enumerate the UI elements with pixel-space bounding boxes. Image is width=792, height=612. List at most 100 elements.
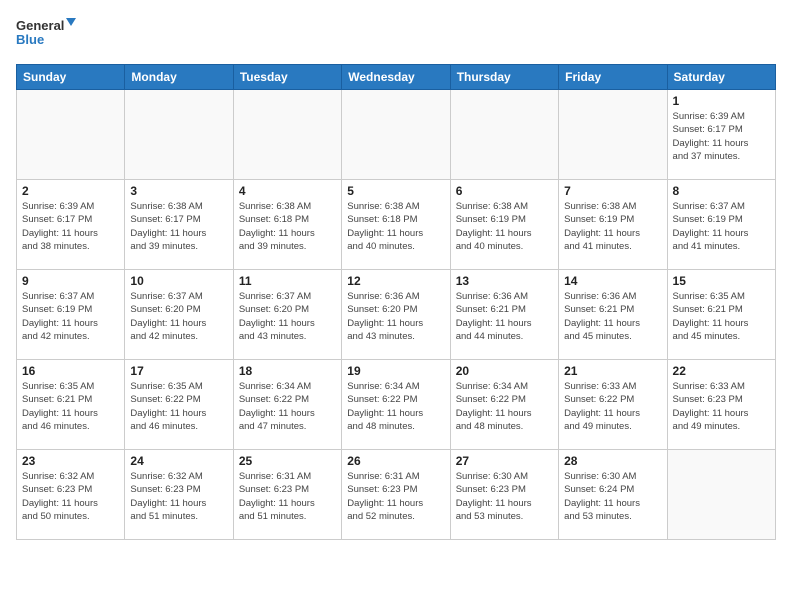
- weekday-row: SundayMondayTuesdayWednesdayThursdayFrid…: [17, 65, 776, 90]
- day-cell: [667, 450, 775, 540]
- day-cell: 5Sunrise: 6:38 AM Sunset: 6:18 PM Daylig…: [342, 180, 450, 270]
- day-cell: 17 Sunrise: 6:35 AM Sunset: 6:22 PM Dayli…: [125, 360, 233, 450]
- calendar-container: GeneralBlue SundayMondayTuesdayWednesday…: [0, 0, 792, 612]
- day-number: 7: [564, 184, 661, 198]
- day-number: 1: [673, 94, 770, 108]
- day-cell: [559, 90, 667, 180]
- day-cell: [233, 90, 341, 180]
- day-number: 19: [347, 364, 444, 378]
- day-cell: 19 Sunrise: 6:34 AM Sunset: 6:22 PM Dayli…: [342, 360, 450, 450]
- day-number: 2: [22, 184, 119, 198]
- day-cell: 22 Sunrise: 6:33 AM Sunset: 6:23 PM Dayli…: [667, 360, 775, 450]
- day-info: Sunrise: 6:34 AM Sunset: 6:22 PM Dayligh…: [239, 380, 336, 433]
- day-cell: 6Sunrise: 6:38 AM Sunset: 6:19 PM Daylig…: [450, 180, 558, 270]
- week-row-0: 1 Sunrise: 6:39 AM Sunset: 6:17 PM Daylig…: [17, 90, 776, 180]
- day-number: 12: [347, 274, 444, 288]
- day-info: Sunrise: 6:32 AM Sunset: 6:23 PM Dayligh…: [130, 470, 227, 523]
- day-cell: [450, 90, 558, 180]
- day-number: 28: [564, 454, 661, 468]
- day-info: Sunrise: 6:38 AM Sunset: 6:18 PM Dayligh…: [239, 200, 336, 253]
- day-info: Sunrise: 6:34 AM Sunset: 6:22 PM Dayligh…: [347, 380, 444, 433]
- day-info: Sunrise: 6:36 AM Sunset: 6:21 PM Dayligh…: [456, 290, 553, 343]
- day-info: Sunrise: 6:31 AM Sunset: 6:23 PM Dayligh…: [239, 470, 336, 523]
- day-cell: 9 Sunrise: 6:37 AM Sunset: 6:19 PM Daylig…: [17, 270, 125, 360]
- day-cell: [342, 90, 450, 180]
- day-number: 24: [130, 454, 227, 468]
- day-number: 3: [130, 184, 227, 198]
- day-info: Sunrise: 6:35 AM Sunset: 6:22 PM Dayligh…: [130, 380, 227, 433]
- day-info: Sunrise: 6:36 AM Sunset: 6:20 PM Dayligh…: [347, 290, 444, 343]
- weekday-header-wednesday: Wednesday: [342, 65, 450, 90]
- day-number: 10: [130, 274, 227, 288]
- day-number: 11: [239, 274, 336, 288]
- day-cell: 3 Sunrise: 6:38 AM Sunset: 6:17 PM Daylig…: [125, 180, 233, 270]
- week-row-2: 9 Sunrise: 6:37 AM Sunset: 6:19 PM Daylig…: [17, 270, 776, 360]
- day-number: 13: [456, 274, 553, 288]
- day-cell: 26 Sunrise: 6:31 AM Sunset: 6:23 PM Dayli…: [342, 450, 450, 540]
- day-number: 9: [22, 274, 119, 288]
- day-cell: 13 Sunrise: 6:36 AM Sunset: 6:21 PM Dayli…: [450, 270, 558, 360]
- header: GeneralBlue: [16, 16, 776, 52]
- day-info: Sunrise: 6:37 AM Sunset: 6:20 PM Dayligh…: [239, 290, 336, 343]
- day-cell: 20 Sunrise: 6:34 AM Sunset: 6:22 PM Dayli…: [450, 360, 558, 450]
- day-info: Sunrise: 6:37 AM Sunset: 6:20 PM Dayligh…: [130, 290, 227, 343]
- day-cell: 27 Sunrise: 6:30 AM Sunset: 6:23 PM Dayli…: [450, 450, 558, 540]
- day-number: 14: [564, 274, 661, 288]
- day-info: Sunrise: 6:36 AM Sunset: 6:21 PM Dayligh…: [564, 290, 661, 343]
- day-cell: 11 Sunrise: 6:37 AM Sunset: 6:20 PM Dayli…: [233, 270, 341, 360]
- day-number: 18: [239, 364, 336, 378]
- day-cell: 23Sunrise: 6:32 AM Sunset: 6:23 PM Dayli…: [17, 450, 125, 540]
- day-cell: 18 Sunrise: 6:34 AM Sunset: 6:22 PM Dayli…: [233, 360, 341, 450]
- day-info: Sunrise: 6:31 AM Sunset: 6:23 PM Dayligh…: [347, 470, 444, 523]
- day-cell: 25 Sunrise: 6:31 AM Sunset: 6:23 PM Dayli…: [233, 450, 341, 540]
- day-info: Sunrise: 6:37 AM Sunset: 6:19 PM Dayligh…: [22, 290, 119, 343]
- svg-text:Blue: Blue: [16, 32, 44, 47]
- day-number: 20: [456, 364, 553, 378]
- day-cell: [17, 90, 125, 180]
- day-cell: 4 Sunrise: 6:38 AM Sunset: 6:18 PM Daylig…: [233, 180, 341, 270]
- day-number: 22: [673, 364, 770, 378]
- day-cell: 14 Sunrise: 6:36 AM Sunset: 6:21 PM Dayli…: [559, 270, 667, 360]
- day-number: 17: [130, 364, 227, 378]
- day-info: Sunrise: 6:37 AM Sunset: 6:19 PM Dayligh…: [673, 200, 770, 253]
- logo-svg: GeneralBlue: [16, 16, 76, 52]
- weekday-header-tuesday: Tuesday: [233, 65, 341, 90]
- week-row-3: 16 Sunrise: 6:35 AM Sunset: 6:21 PM Dayli…: [17, 360, 776, 450]
- weekday-header-sunday: Sunday: [17, 65, 125, 90]
- day-info: Sunrise: 6:34 AM Sunset: 6:22 PM Dayligh…: [456, 380, 553, 433]
- day-cell: 16 Sunrise: 6:35 AM Sunset: 6:21 PM Dayli…: [17, 360, 125, 450]
- logo: GeneralBlue: [16, 16, 76, 52]
- weekday-header-friday: Friday: [559, 65, 667, 90]
- day-info: Sunrise: 6:39 AM Sunset: 6:17 PM Dayligh…: [673, 110, 770, 163]
- day-cell: 28 Sunrise: 6:30 AM Sunset: 6:24 PM Dayli…: [559, 450, 667, 540]
- day-number: 16: [22, 364, 119, 378]
- day-number: 4: [239, 184, 336, 198]
- week-row-4: 23Sunrise: 6:32 AM Sunset: 6:23 PM Dayli…: [17, 450, 776, 540]
- weekday-header-thursday: Thursday: [450, 65, 558, 90]
- day-info: Sunrise: 6:38 AM Sunset: 6:19 PM Dayligh…: [456, 200, 553, 253]
- day-cell: 7 Sunrise: 6:38 AM Sunset: 6:19 PM Daylig…: [559, 180, 667, 270]
- day-cell: 1 Sunrise: 6:39 AM Sunset: 6:17 PM Daylig…: [667, 90, 775, 180]
- day-info: Sunrise: 6:32 AM Sunset: 6:23 PM Dayligh…: [22, 470, 119, 523]
- day-info: Sunrise: 6:39 AM Sunset: 6:17 PM Dayligh…: [22, 200, 119, 253]
- day-info: Sunrise: 6:38 AM Sunset: 6:17 PM Dayligh…: [130, 200, 227, 253]
- day-info: Sunrise: 6:33 AM Sunset: 6:23 PM Dayligh…: [673, 380, 770, 433]
- day-number: 26: [347, 454, 444, 468]
- day-cell: 2 Sunrise: 6:39 AM Sunset: 6:17 PM Daylig…: [17, 180, 125, 270]
- day-info: Sunrise: 6:30 AM Sunset: 6:24 PM Dayligh…: [564, 470, 661, 523]
- day-number: 21: [564, 364, 661, 378]
- day-number: 15: [673, 274, 770, 288]
- day-number: 27: [456, 454, 553, 468]
- day-cell: 12 Sunrise: 6:36 AM Sunset: 6:20 PM Dayli…: [342, 270, 450, 360]
- day-number: 25: [239, 454, 336, 468]
- day-info: Sunrise: 6:35 AM Sunset: 6:21 PM Dayligh…: [673, 290, 770, 343]
- day-info: Sunrise: 6:38 AM Sunset: 6:18 PM Dayligh…: [347, 200, 444, 253]
- day-cell: [125, 90, 233, 180]
- day-cell: 10 Sunrise: 6:37 AM Sunset: 6:20 PM Dayli…: [125, 270, 233, 360]
- day-info: Sunrise: 6:30 AM Sunset: 6:23 PM Dayligh…: [456, 470, 553, 523]
- day-number: 8: [673, 184, 770, 198]
- day-info: Sunrise: 6:33 AM Sunset: 6:22 PM Dayligh…: [564, 380, 661, 433]
- day-info: Sunrise: 6:35 AM Sunset: 6:21 PM Dayligh…: [22, 380, 119, 433]
- day-info: Sunrise: 6:38 AM Sunset: 6:19 PM Dayligh…: [564, 200, 661, 253]
- weekday-header-saturday: Saturday: [667, 65, 775, 90]
